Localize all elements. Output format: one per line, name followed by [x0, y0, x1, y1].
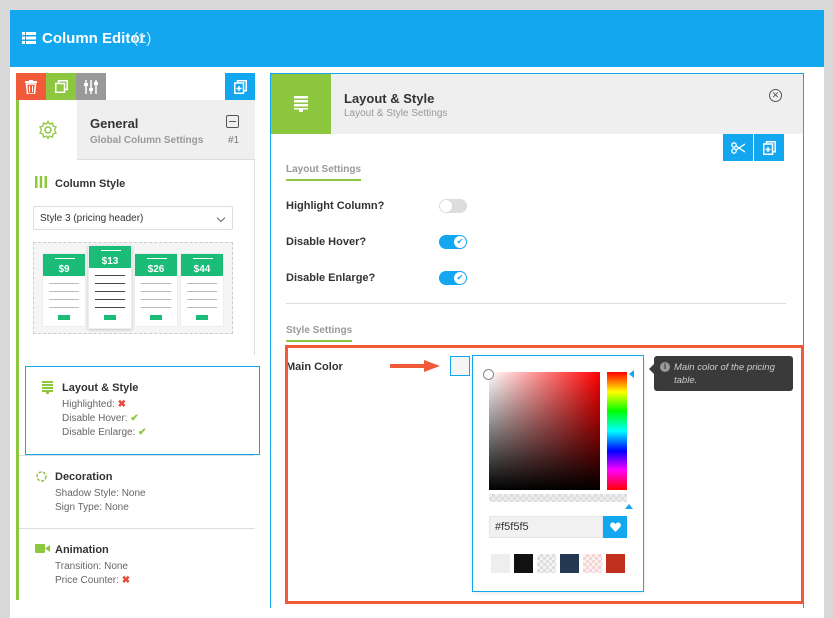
color-handle[interactable]	[483, 369, 494, 380]
panel-subtitle: Layout & Style Settings	[344, 108, 448, 119]
column-number: #1	[228, 135, 240, 146]
sparkle-icon	[36, 471, 47, 482]
column-style-section: Column Style Style 3 (pricing header) $9…	[19, 160, 255, 355]
style-settings-heading: Style Settings	[286, 325, 353, 342]
layout-icon-box	[271, 74, 331, 134]
page-title: Column Editor	[42, 30, 146, 47]
cut-button[interactable]	[723, 134, 753, 161]
divider	[286, 303, 786, 304]
copy-icon	[54, 80, 68, 93]
main-color-tooltip: i Main color of the pricing table.	[649, 356, 793, 391]
palette-swatch[interactable]	[560, 554, 579, 573]
paste-button[interactable]	[754, 134, 784, 161]
layout-title: Layout & Style	[62, 382, 139, 394]
info-icon: i	[660, 362, 670, 372]
duplicate-button[interactable]	[46, 73, 76, 100]
panel-title: Layout & Style	[344, 91, 435, 106]
sidebar-item-animation[interactable]: Animation Transition: None Price Counter…	[19, 528, 255, 600]
disable-enlarge-toggle[interactable]	[439, 271, 467, 285]
disable-hover-label: Disable Hover?	[286, 236, 367, 248]
add-column-button[interactable]	[225, 73, 255, 100]
highlight-column-label: Highlight Column?	[286, 200, 385, 212]
preview-price: $26	[135, 254, 177, 276]
column-count: (1)	[133, 30, 152, 47]
scissors-icon	[731, 141, 745, 154]
animation-title: Animation	[55, 544, 109, 556]
column-style-value: Style 3 (pricing header)	[40, 213, 144, 224]
disable-hover-toggle[interactable]	[439, 235, 467, 249]
gear-icon-box	[19, 100, 77, 160]
style-preview: $9 $13 $26 $44	[33, 242, 233, 334]
preview-column: $9	[42, 253, 86, 327]
collapse-icon[interactable]	[226, 115, 239, 128]
general-title: General	[90, 116, 139, 131]
panel-header: Layout & Style Layout & Style Settings ✕	[271, 74, 803, 134]
preview-column: $44	[180, 253, 224, 327]
left-panel: General Global Column Settings #1 Column…	[16, 100, 260, 600]
decoration-shadow: Shadow Style: None	[55, 488, 146, 499]
gear-icon	[39, 120, 57, 140]
preview-price: $13	[89, 246, 131, 268]
add-page-icon	[762, 140, 776, 155]
palette-swatch[interactable]	[537, 554, 556, 573]
preview-column-featured: $13	[88, 245, 132, 329]
alpha-handle[interactable]	[625, 504, 633, 509]
tooltip-text: Main color of the pricing table.	[674, 362, 775, 386]
hex-input[interactable]	[489, 516, 603, 538]
palette-swatch[interactable]	[514, 554, 533, 573]
highlight-column-toggle[interactable]	[439, 199, 467, 213]
settings-button[interactable]	[76, 73, 106, 100]
column-style-select[interactable]: Style 3 (pricing header)	[33, 206, 233, 230]
palette-swatch[interactable]	[583, 554, 602, 573]
columns-icon	[35, 176, 47, 188]
preview-column: $26	[134, 253, 178, 327]
main-color-swatch[interactable]	[450, 356, 470, 376]
sidebar-item-layout-style[interactable]: Layout & Style Highlighted: ✖ Disable Ho…	[25, 366, 260, 455]
animation-transition: Transition: None	[55, 561, 128, 572]
general-subtitle: Global Column Settings	[90, 135, 204, 146]
animation-price-counter: Price Counter: ✖	[55, 575, 131, 586]
sidebar-item-decoration[interactable]: Decoration Shadow Style: None Sign Type:…	[19, 455, 255, 528]
preview-price: $9	[43, 254, 85, 276]
general-section[interactable]: General Global Column Settings #1	[19, 100, 255, 160]
chevron-down-icon	[216, 213, 226, 223]
layout-settings-heading: Layout Settings	[286, 164, 362, 181]
alpha-slider[interactable]	[489, 494, 627, 502]
delete-button[interactable]	[16, 73, 46, 100]
close-icon[interactable]: ✕	[769, 89, 782, 102]
preview-price: $44	[181, 254, 223, 276]
saturation-value-area[interactable]	[489, 372, 600, 490]
layout-icon	[42, 381, 53, 394]
header-bar: Column Editor (1)	[10, 10, 824, 67]
decoration-sign: Sign Type: None	[55, 502, 129, 513]
layout-icon	[294, 96, 308, 112]
sliders-icon	[84, 79, 98, 94]
favorite-button[interactable]	[603, 516, 627, 538]
palette-swatch[interactable]	[606, 554, 625, 573]
column-style-title: Column Style	[55, 178, 126, 190]
layout-disable-enlarge: Disable Enlarge: ✔	[62, 427, 147, 438]
palette-swatch[interactable]	[491, 554, 510, 573]
trash-icon	[25, 79, 37, 94]
disable-enlarge-label: Disable Enlarge?	[286, 272, 376, 284]
layout-disable-hover: Disable Hover: ✔	[62, 413, 139, 424]
hue-slider[interactable]	[607, 372, 627, 490]
layout-highlighted: Highlighted: ✖	[62, 399, 126, 410]
add-page-icon	[233, 79, 247, 94]
video-icon	[35, 544, 50, 553]
arrow-right-icon	[390, 360, 440, 372]
color-picker	[472, 355, 644, 592]
hue-handle[interactable]	[629, 370, 634, 378]
decoration-title: Decoration	[55, 471, 113, 483]
list-icon	[22, 32, 36, 44]
heart-icon	[609, 522, 621, 532]
